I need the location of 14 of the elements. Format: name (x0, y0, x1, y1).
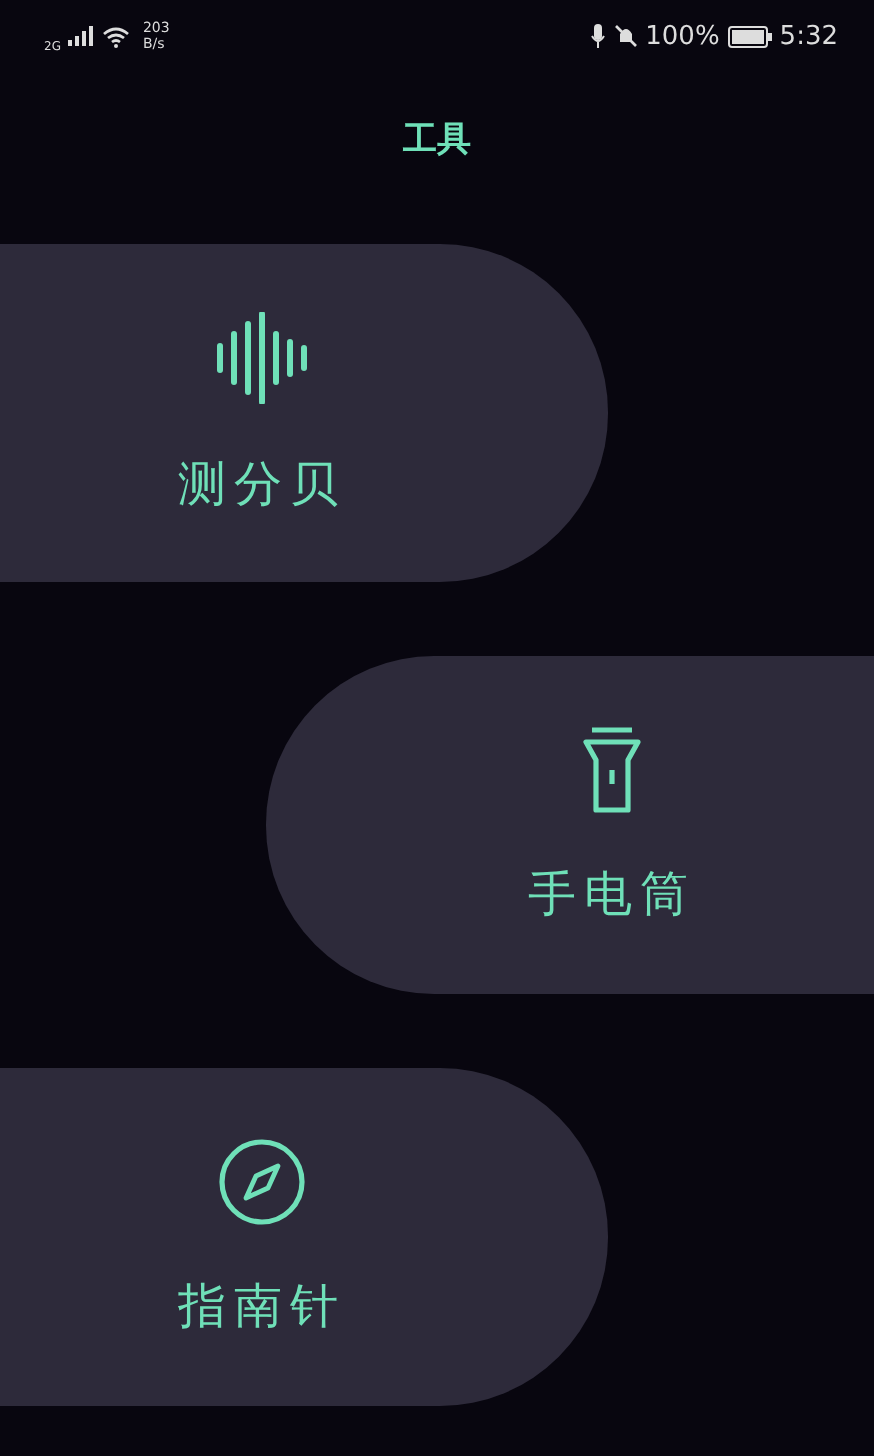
wifi-icon (102, 25, 131, 47)
clock: 5:32 (779, 21, 838, 51)
sound-wave-icon (214, 311, 310, 403)
page-title: 工具 (401, 118, 473, 164)
signal-icon (68, 26, 95, 46)
flashlight-icon (582, 725, 642, 813)
tool-card[interactable]: 指南针 (0, 1068, 608, 1406)
bell-muted-icon (613, 24, 638, 48)
tool-card[interactable]: 测分贝 (0, 244, 608, 582)
battery-percent: 100% (645, 21, 720, 51)
compass-icon (218, 1137, 306, 1225)
microphone-icon (589, 24, 606, 48)
battery-icon (727, 25, 772, 47)
tool-card[interactable]: 手电筒 (266, 656, 874, 994)
